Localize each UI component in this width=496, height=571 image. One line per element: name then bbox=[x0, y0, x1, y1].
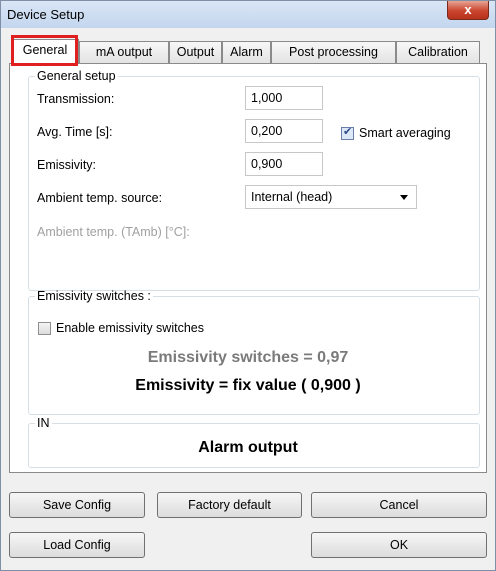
transmission-field[interactable]: 1,000 bbox=[245, 86, 323, 110]
general-setup-legend: General setup bbox=[37, 69, 116, 83]
close-icon: x bbox=[464, 2, 472, 17]
tab-strip: General mA output Output Alarm Post proc… bbox=[9, 39, 489, 64]
tab-output[interactable]: Output bbox=[169, 41, 222, 63]
enable-emissivity-switches-label: Enable emissivity switches bbox=[56, 321, 204, 335]
emissivity-fix-value-status: Emissivity = fix value ( 0,900 ) bbox=[135, 377, 361, 394]
avg-time-field[interactable]: 0,200 bbox=[245, 119, 323, 143]
tab-highlight-frame bbox=[11, 35, 78, 66]
emissivity-switches-legend: Emissivity switches : bbox=[37, 289, 151, 303]
tab-alarm[interactable]: Alarm bbox=[222, 41, 271, 63]
smart-averaging-checkbox[interactable] bbox=[341, 125, 354, 140]
ambient-source-label: Ambient temp. source: bbox=[37, 191, 163, 205]
tab-calibration[interactable]: Calibration bbox=[396, 41, 480, 63]
in-group-legend: IN bbox=[37, 416, 50, 430]
alarm-output-text: Alarm output bbox=[198, 439, 298, 456]
cancel-button[interactable]: Cancel bbox=[311, 492, 487, 518]
smart-averaging-label: Smart averaging bbox=[359, 126, 451, 140]
device-setup-window: Device Setup x General mA output Output … bbox=[0, 0, 496, 571]
save-config-button[interactable]: Save Config bbox=[9, 492, 145, 518]
transmission-label: Transmission: bbox=[37, 92, 115, 106]
emissivity-label: Emissivity: bbox=[37, 158, 97, 172]
close-button[interactable]: x bbox=[447, 1, 489, 20]
load-config-button[interactable]: Load Config bbox=[9, 532, 145, 558]
tab-ma-output[interactable]: mA output bbox=[79, 41, 169, 63]
emissivity-switches-status: Emissivity switches = 0,97 bbox=[147, 349, 349, 366]
ambient-temp-label: Ambient temp. (TAmb) [°C]: bbox=[37, 225, 190, 239]
window-title: Device Setup bbox=[7, 7, 85, 22]
chevron-down-icon bbox=[400, 195, 408, 200]
avg-time-label: Avg. Time [s]: bbox=[37, 125, 113, 139]
title-bar: Device Setup x bbox=[1, 1, 495, 28]
general-tab-panel: General setup Transmission: 1,000 Avg. T… bbox=[9, 63, 487, 473]
enable-emissivity-switches-checkbox[interactable] bbox=[38, 322, 51, 335]
ok-button[interactable]: OK bbox=[311, 532, 487, 558]
tab-post-processing[interactable]: Post processing bbox=[271, 41, 396, 63]
factory-default-button[interactable]: Factory default bbox=[157, 492, 302, 518]
emissivity-field[interactable]: 0,900 bbox=[245, 152, 323, 176]
ambient-source-value: Internal (head) bbox=[251, 190, 333, 204]
ambient-source-select[interactable]: Internal (head) bbox=[245, 185, 417, 209]
